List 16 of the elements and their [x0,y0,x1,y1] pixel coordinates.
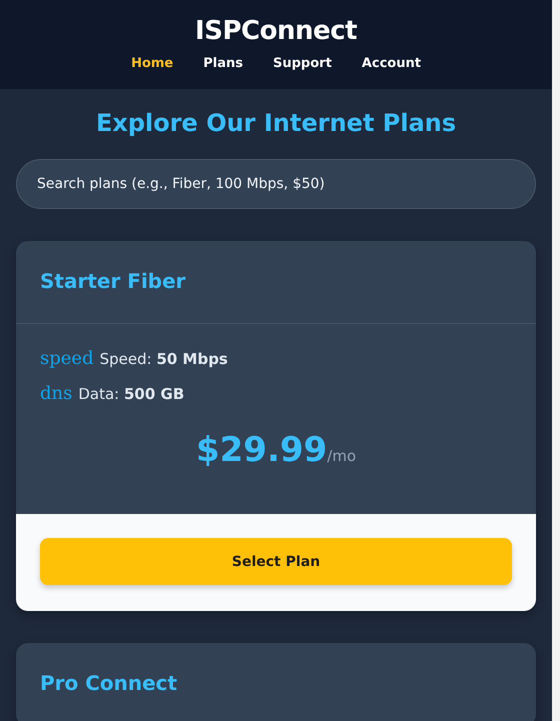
select-plan-button[interactable]: Select Plan [40,538,512,585]
page-title: Explore Our Internet Plans [94,109,458,137]
site-logo[interactable]: ISPConnect [195,16,357,46]
nav-link[interactable]: Support [273,56,332,71]
plan-price: $29.99 [196,430,328,470]
nav-link[interactable]: Plans [203,56,243,71]
feature-text: Speed: 50 Mbps [100,350,228,368]
plan-name: Pro Connect [40,671,178,695]
feature-text: Data: 500 GB [78,384,184,402]
feature-icon-text: speed [40,348,94,369]
nav-link[interactable]: Account [362,56,421,71]
plan-name: Starter Fiber [40,269,187,293]
nav-link[interactable]: Home [131,56,174,71]
price-period: /mo [327,447,356,465]
search-field[interactable]: Search plans (e.g., Fiber, 100 Mbps, $50) [16,159,536,209]
feature-icon-text: dns [40,383,72,404]
